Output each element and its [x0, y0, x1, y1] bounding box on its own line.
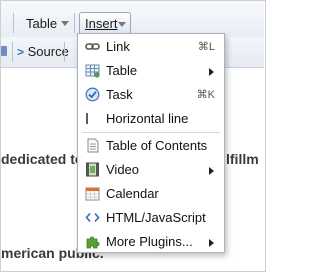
menu-item-label: Link — [106, 39, 130, 54]
document-text: lfillm — [226, 151, 259, 167]
table-menu-label: Table — [26, 16, 58, 31]
menu-separator — [82, 132, 220, 133]
table-menu-button[interactable]: Table — [26, 16, 70, 31]
video-icon — [86, 162, 99, 177]
menu-item-label: HTML/JavaScript — [106, 210, 206, 225]
menu-item-shortcut: ⌘L — [197, 41, 215, 53]
horizontal-line-icon — [86, 113, 88, 124]
table-icon — [85, 64, 100, 78]
toc-icon — [87, 138, 99, 153]
chevron-down-icon — [118, 22, 126, 27]
menu-item-label: Video — [106, 162, 140, 177]
menu-item-label: More Plugins... — [106, 234, 193, 249]
chevron-right-icon — [209, 239, 214, 247]
menu-item-link[interactable]: Link ⌘L — [78, 36, 224, 58]
source-button[interactable]: > Source — [17, 44, 69, 59]
chevron-right-icon — [209, 167, 214, 175]
menu-item-task[interactable]: Task ⌘K — [78, 84, 224, 106]
menu-item-more-plugins[interactable]: More Plugins... — [78, 231, 224, 253]
menu-item-label: Calendar — [106, 186, 159, 201]
source-code-icon: > — [17, 45, 25, 59]
insert-menu-label: Insert — [85, 16, 118, 31]
insert-menu-button[interactable]: Insert — [79, 12, 131, 34]
menu-item-label: Task — [106, 87, 133, 102]
menu-item-horizontal-line[interactable]: Horizontal line — [78, 108, 224, 130]
chevron-down-icon — [61, 21, 70, 26]
toolbar-separator — [12, 42, 13, 62]
menu-item-table[interactable]: Table — [78, 60, 224, 82]
menu-item-label: Table — [106, 63, 138, 78]
document-text: dedicated to — [1, 151, 84, 167]
menu-item-label: Horizontal line — [106, 111, 189, 126]
menu-item-calendar[interactable]: Calendar — [78, 183, 224, 205]
toolbar-top: Table — [1, 1, 264, 37]
menu-item-video[interactable]: Video — [78, 159, 224, 181]
menu-item-table-of-contents[interactable]: Table of Contents — [78, 135, 224, 157]
insert-dropdown-menu: Link ⌘L Table Task ⌘K Horizontal line Ta… — [77, 33, 225, 253]
menu-item-html-javascript[interactable]: HTML/JavaScript — [78, 207, 224, 229]
chevron-right-icon — [209, 68, 214, 76]
code-icon — [85, 212, 100, 223]
source-label: Source — [27, 44, 69, 59]
toolbar-separator — [64, 42, 65, 62]
menu-item-shortcut: ⌘K — [196, 89, 215, 101]
link-icon — [85, 43, 100, 50]
toolbar-separator — [74, 13, 75, 33]
partial-icon — [1, 46, 7, 56]
menu-item-label: Table of Contents — [106, 138, 208, 153]
puzzle-icon — [86, 236, 100, 249]
task-icon — [85, 87, 100, 102]
calendar-icon — [85, 187, 100, 201]
toolbar-separator — [13, 13, 14, 33]
